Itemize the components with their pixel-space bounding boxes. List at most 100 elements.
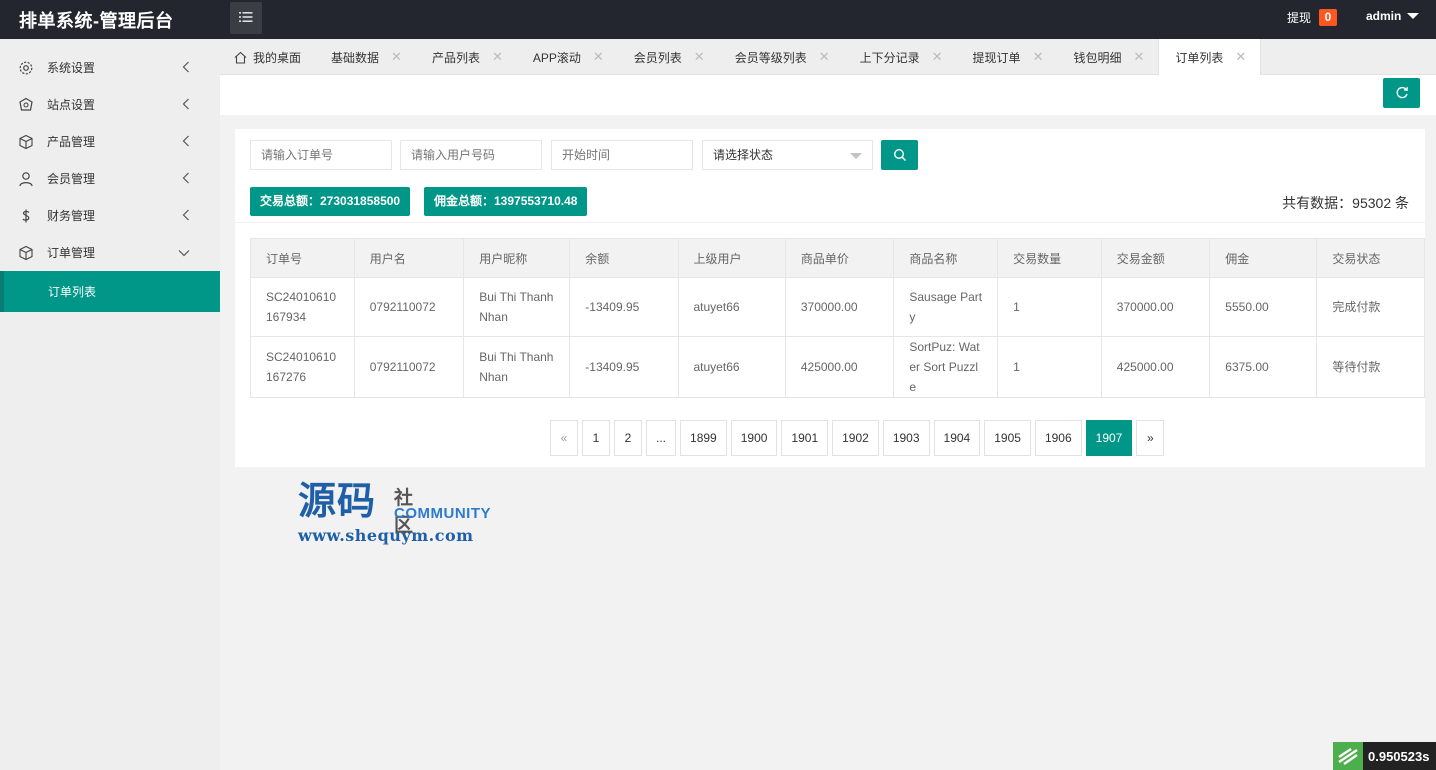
sidebar-item-label: 产品管理: [47, 135, 96, 149]
sidebar-item-label: 订单管理: [47, 246, 96, 260]
page-next-button[interactable]: »: [1136, 420, 1165, 456]
cell-order-number: SC24010610167276: [250, 336, 355, 398]
leaf-icon: [1333, 742, 1363, 770]
tab-order-list[interactable]: 订单列表 ✕: [1158, 39, 1262, 75]
page-button[interactable]: 1900: [730, 420, 778, 456]
start-time-input[interactable]: 开始时间: [551, 140, 693, 170]
close-icon[interactable]: ✕: [1133, 49, 1144, 65]
watermark-title: 源码: [298, 478, 377, 523]
page-button[interactable]: 1901: [781, 420, 829, 456]
menu-toggle-button[interactable]: [230, 2, 262, 34]
column-header: 商品单价: [784, 238, 895, 278]
tab-withdraw-orders[interactable]: 提现订单 ✕: [957, 39, 1058, 75]
column-header: 交易数量: [997, 238, 1102, 278]
chevron-left-icon: [182, 172, 190, 187]
cell-status: 完成付款: [1316, 277, 1425, 337]
page-button[interactable]: 1905: [984, 420, 1031, 456]
commission-total-badge: 佣金总额：1397553710.48: [424, 187, 588, 216]
cell-unit-price: 370000.00: [784, 277, 895, 337]
sidebar-item-order-management[interactable]: 订单管理: [0, 234, 220, 271]
cell-parent-user: atuyet66: [677, 277, 786, 337]
page-ellipsis: ...: [646, 420, 677, 456]
watermark-logo: 源码 社区 COMMUNITY www.shequym.com: [298, 478, 491, 546]
close-icon[interactable]: ✕: [391, 49, 402, 65]
timer-value: 0.950523s: [1368, 748, 1430, 764]
tab-app-scroll[interactable]: APP滚动 ✕: [517, 39, 618, 75]
tab-product-list[interactable]: 产品列表 ✕: [416, 39, 517, 75]
tab-member-level-list[interactable]: 会员等级列表 ✕: [719, 39, 844, 75]
list-icon: [239, 11, 253, 26]
close-icon[interactable]: ✕: [694, 49, 705, 65]
close-icon[interactable]: ✕: [932, 49, 943, 65]
refresh-button[interactable]: [1383, 78, 1420, 108]
tab-wallet-details[interactable]: 钱包明细 ✕: [1057, 39, 1158, 75]
tab-label: APP滚动: [532, 50, 581, 65]
orders-table: 订单号 用户名 用户昵称 余额 上级用户 商品单价 商品名称 交易数量 交易金额…: [250, 238, 1425, 398]
status-select[interactable]: 请选择状态: [702, 140, 873, 170]
column-header: 订单号: [250, 238, 355, 278]
cell-order-number: SC24010610167934: [250, 277, 355, 337]
cell-quantity: 1: [997, 277, 1102, 337]
tab-balance-records[interactable]: 上下分记录 ✕: [844, 39, 957, 75]
page-button[interactable]: 1903: [882, 420, 930, 456]
tab-label: 提现订单: [972, 50, 1021, 65]
page-button[interactable]: 1899: [680, 420, 727, 456]
page-button[interactable]: 1902: [832, 420, 879, 456]
order-number-input[interactable]: 请输入订单号: [250, 140, 392, 170]
user-icon: [18, 171, 34, 187]
close-icon[interactable]: ✕: [1235, 49, 1246, 65]
gear-icon: [18, 60, 34, 76]
table-header-row: 订单号 用户名 用户昵称 余额 上级用户 商品单价 商品名称 交易数量 交易金额…: [250, 238, 1425, 278]
sidebar-item-system-settings[interactable]: 系统设置: [0, 49, 220, 86]
tab-basic-data[interactable]: 基础数据 ✕: [315, 39, 416, 75]
box-icon: [18, 134, 34, 150]
cell-nickname: Bui Thi Thanh Nhan: [463, 336, 571, 398]
page-button[interactable]: 2: [614, 420, 642, 456]
close-icon[interactable]: ✕: [1033, 49, 1044, 65]
tab-my-desktop[interactable]: 我的桌面: [220, 39, 315, 75]
column-header: 商品名称: [893, 238, 999, 278]
column-header: 上级用户: [677, 238, 786, 278]
tab-label: 钱包明细: [1073, 50, 1122, 65]
page-button[interactable]: 1: [582, 420, 610, 456]
sidebar-item-finance-management[interactable]: 财务管理: [0, 197, 220, 234]
page-button[interactable]: 1904: [933, 420, 981, 456]
withdraw-link[interactable]: 提现 0: [1287, 9, 1338, 26]
sidebar-subitem-order-list[interactable]: 订单列表: [0, 271, 220, 312]
page-button-current[interactable]: 1907: [1085, 420, 1133, 456]
tab-label: 我的桌面: [253, 50, 302, 65]
caret-down-icon: [1407, 13, 1420, 19]
tab-member-list[interactable]: 会员列表 ✕: [618, 39, 719, 75]
user-menu[interactable]: admin: [1366, 9, 1420, 23]
user-number-input[interactable]: 请输入用户号码: [400, 140, 542, 170]
sidebar-item-member-management[interactable]: 会员管理: [0, 160, 220, 197]
tab-label: 基础数据: [331, 50, 380, 65]
tab-label: 上下分记录: [859, 50, 920, 65]
sidebar-item-product-management[interactable]: 产品管理: [0, 123, 220, 160]
page-prev-button[interactable]: «: [550, 420, 578, 456]
withdraw-count-badge: 0: [1319, 9, 1338, 26]
withdraw-label: 提现: [1287, 11, 1312, 25]
sidebar: 系统设置 站点设置 产品管理 会员管理 财务管理 订单管理 订单列表: [0, 39, 220, 770]
home-icon: [234, 51, 247, 64]
total-records: 共有数据：95302 条: [1282, 195, 1409, 211]
close-icon[interactable]: ✕: [492, 49, 503, 65]
dollar-icon: [18, 208, 34, 224]
table-row: SC24010610167276 0792110072 Bui Thi Than…: [250, 336, 1425, 398]
sidebar-item-site-settings[interactable]: 站点设置: [0, 86, 220, 123]
column-header: 余额: [569, 238, 679, 278]
cell-commission: 6375.00: [1209, 336, 1318, 398]
cell-balance: -13409.95: [569, 336, 679, 398]
trade-total-badge: 交易总额：273031858500: [250, 187, 411, 216]
column-header: 佣金: [1209, 238, 1318, 278]
site-icon: [18, 97, 34, 113]
order-list-card: 请输入订单号 请输入用户号码 开始时间 请选择状态 交易总额：273031858…: [235, 129, 1425, 467]
chevron-left-icon: [182, 209, 190, 224]
close-icon[interactable]: ✕: [593, 49, 604, 65]
tab-label: 订单列表: [1175, 50, 1224, 65]
cell-product-name: SortPuz: Water Sort Puzzle: [893, 336, 999, 398]
top-header: 排单系统-管理后台 提现 0 admin: [0, 0, 1436, 39]
close-icon[interactable]: ✕: [819, 49, 830, 65]
search-button[interactable]: [881, 140, 918, 170]
page-button[interactable]: 1906: [1034, 420, 1082, 456]
